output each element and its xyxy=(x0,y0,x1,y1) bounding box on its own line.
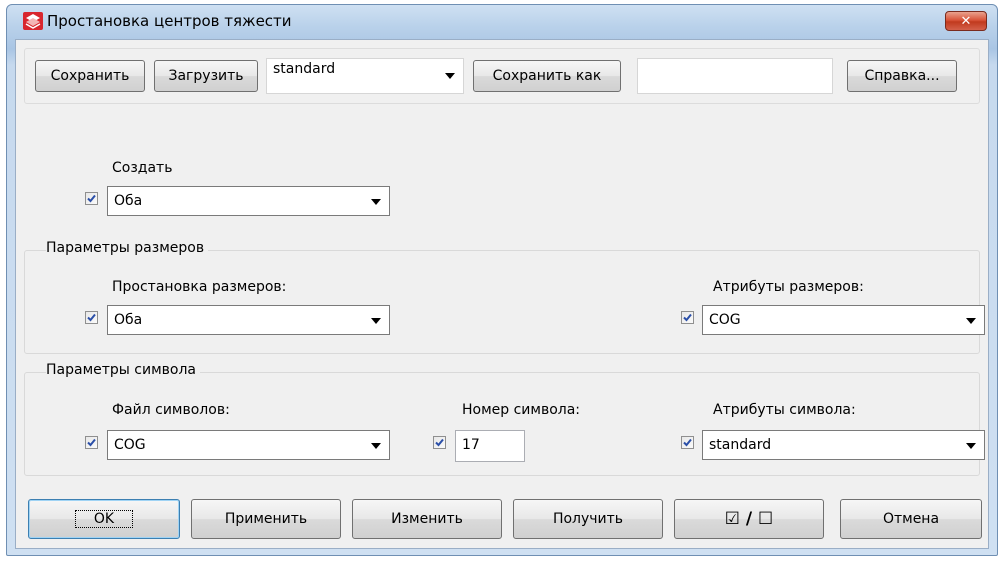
chevron-down-icon xyxy=(371,318,381,324)
symbol-attributes-checkbox[interactable] xyxy=(681,436,694,449)
create-select[interactable]: Оба xyxy=(107,186,390,216)
dimension-attributes-checkbox[interactable] xyxy=(681,311,694,324)
symbol-file-select[interactable]: COG xyxy=(107,430,390,460)
symbol-file-checkbox[interactable] xyxy=(85,436,98,449)
symbol-attributes-label: Атрибуты символа: xyxy=(713,402,856,418)
dimension-placement-checkbox[interactable] xyxy=(85,311,98,324)
checkmark-icon xyxy=(87,438,96,447)
window-title: Простановка центров тяжести xyxy=(47,12,292,30)
checkmark-icon xyxy=(683,313,692,322)
symbol-file-value: COG xyxy=(114,437,146,453)
preset-select-value: standard xyxy=(273,61,336,77)
help-button[interactable]: Справка... xyxy=(847,60,957,92)
close-button[interactable]: ✕ xyxy=(945,11,987,31)
get-button[interactable]: Получить xyxy=(513,499,663,539)
symbol-file-label: Файл символов: xyxy=(112,402,230,418)
save-button[interactable]: Сохранить xyxy=(35,60,145,92)
dimension-placement-select[interactable]: Оба xyxy=(107,305,390,335)
save-as-button[interactable]: Сохранить как xyxy=(473,60,621,92)
dimension-attributes-label: Атрибуты размеров: xyxy=(713,279,864,295)
symbol-number-label: Номер символа: xyxy=(462,402,581,418)
dimension-attributes-select[interactable]: COG xyxy=(702,305,985,335)
checkmark-icon xyxy=(683,438,692,447)
app-logo-icon xyxy=(23,12,43,30)
symbol-number-input[interactable]: 17 xyxy=(455,430,525,462)
symbol-params-title: Параметры символа xyxy=(46,362,200,378)
dialog-content: Сохранить Загрузить standard Сохранить к… xyxy=(15,39,989,549)
ok-button[interactable]: OK xyxy=(28,499,180,539)
checkmark-icon xyxy=(435,438,444,447)
dimension-placement-label: Простановка размеров: xyxy=(112,279,287,295)
ok-button-label: OK xyxy=(74,510,134,528)
checkmark-icon xyxy=(87,313,96,322)
chevron-down-icon xyxy=(371,199,381,205)
dimension-params-title: Параметры размеров xyxy=(46,240,209,256)
chevron-down-icon xyxy=(371,443,381,449)
dimension-params-group xyxy=(24,250,980,354)
chevron-down-icon xyxy=(966,318,976,324)
close-icon: ✕ xyxy=(960,14,972,29)
chevron-down-icon xyxy=(445,73,455,79)
preset-toolbar: Сохранить Загрузить standard Сохранить к… xyxy=(24,48,980,104)
dimension-placement-value: Оба xyxy=(114,312,143,328)
toggle-all-button[interactable]: ☑ / ☐ xyxy=(674,499,824,539)
modify-button[interactable]: Изменить xyxy=(352,499,502,539)
dialog-window: Простановка центров тяжести ✕ Сохранить … xyxy=(6,4,998,556)
create-select-value: Оба xyxy=(114,193,143,209)
symbol-number-checkbox[interactable] xyxy=(433,436,446,449)
load-button[interactable]: Загрузить xyxy=(154,60,258,92)
apply-button[interactable]: Применить xyxy=(191,499,341,539)
title-bar[interactable]: Простановка центров тяжести ✕ xyxy=(7,5,997,37)
dimension-attributes-value: COG xyxy=(709,312,741,328)
symbol-number-value: 17 xyxy=(462,437,480,453)
cancel-button[interactable]: Отмена xyxy=(840,499,982,539)
save-as-name-input[interactable] xyxy=(637,58,833,94)
symbol-attributes-value: standard xyxy=(709,437,772,453)
symbol-attributes-select[interactable]: standard xyxy=(702,430,985,460)
create-label: Создать xyxy=(112,160,173,176)
chevron-down-icon xyxy=(966,443,976,449)
preset-select[interactable]: standard xyxy=(266,58,464,94)
create-checkbox[interactable] xyxy=(85,192,98,205)
checkmark-icon xyxy=(87,194,96,203)
